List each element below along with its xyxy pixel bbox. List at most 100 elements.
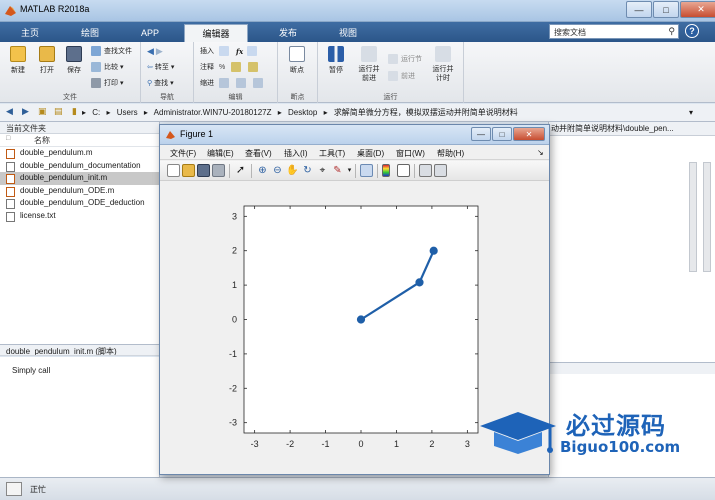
- search-icon[interactable]: ⚲: [668, 26, 675, 37]
- file-row[interactable]: double_pendulum_ODE_deduction: [0, 197, 159, 210]
- up-folder-icon[interactable]: ▣: [38, 106, 47, 117]
- toolbar-separator: [229, 164, 230, 178]
- browse-folder-icon[interactable]: ▤: [54, 106, 63, 117]
- figure-titlebar[interactable]: Figure 1 — □ ✕: [160, 125, 549, 145]
- ribbon-group-breakpoints: 断点 断点: [278, 42, 318, 103]
- comment-label: 注释: [200, 64, 214, 71]
- y-tick-label: -3: [229, 418, 237, 428]
- file-row-selected[interactable]: double_pendulum_init.m: [0, 172, 159, 185]
- new-button[interactable]: 新建: [6, 46, 30, 75]
- increase-indent-icon[interactable]: [236, 78, 246, 88]
- menu-edit[interactable]: 编辑(E): [207, 148, 234, 159]
- pause-icon: [328, 46, 344, 62]
- close-button[interactable]: ✕: [680, 1, 715, 18]
- menu-dock-icon[interactable]: ↘: [537, 148, 544, 157]
- comment-button[interactable]: 注释 %: [200, 62, 261, 72]
- path-separator: ▸: [277, 108, 282, 117]
- tab-plots[interactable]: 绘图: [66, 24, 114, 42]
- menu-window[interactable]: 窗口(W): [396, 148, 425, 159]
- percent-icon[interactable]: %: [219, 64, 225, 71]
- rotate-icon[interactable]: ↻: [301, 164, 314, 177]
- menu-insert[interactable]: 插入(I): [284, 148, 308, 159]
- file-row[interactable]: double_pendulum_ODE.m: [0, 185, 159, 198]
- uncomment-icon[interactable]: [248, 62, 259, 72]
- compare-button[interactable]: 比较 ▾: [91, 62, 124, 72]
- insert-section-icon[interactable]: [247, 46, 258, 56]
- nav-back-forward[interactable]: ◀ ▶: [147, 46, 163, 57]
- decrease-indent-icon[interactable]: [253, 78, 263, 88]
- menu-view[interactable]: 查看(V): [245, 148, 272, 159]
- path-segment[interactable]: 求解简单微分方程，模拟双摆运动并附简单说明材料: [334, 108, 518, 117]
- zoom-in-icon[interactable]: ⊕: [256, 164, 269, 177]
- path-segment[interactable]: Desktop: [288, 108, 317, 117]
- tab-apps[interactable]: APP: [126, 24, 174, 42]
- maximize-button[interactable]: □: [653, 1, 679, 18]
- advance-button[interactable]: 前进: [388, 71, 415, 81]
- path-segment[interactable]: C:: [92, 108, 100, 117]
- editor-scrollbar-outer[interactable]: [703, 162, 711, 272]
- smart-indent-icon[interactable]: [219, 78, 229, 88]
- search-input[interactable]: 搜索文档 ⚲: [549, 24, 679, 39]
- save-icon[interactable]: [197, 164, 210, 177]
- fx-icon[interactable]: fx: [236, 47, 243, 56]
- back-arrow-icon[interactable]: ◀: [6, 106, 13, 117]
- insert-button[interactable]: 插入 fx: [200, 46, 260, 56]
- open-icon[interactable]: [182, 164, 195, 177]
- print-icon[interactable]: [212, 164, 225, 177]
- file-row[interactable]: license.txt: [0, 210, 159, 223]
- breakpoints-button[interactable]: 断点: [285, 46, 309, 75]
- show-plot-tools-icon[interactable]: [434, 164, 447, 177]
- menu-tools[interactable]: 工具(T): [319, 148, 345, 159]
- file-row[interactable]: double_pendulum_documentation: [0, 160, 159, 173]
- x-tick-label: 3: [465, 439, 470, 449]
- editor-tab[interactable]: 动并附简单说明材料\double_pen...: [549, 122, 715, 136]
- tab-view[interactable]: 视图: [324, 24, 372, 42]
- chevron-down-icon[interactable]: ▾: [689, 108, 693, 117]
- data-cursor-icon[interactable]: ⌖: [316, 164, 329, 177]
- column-header-name[interactable]: □ 名称: [0, 134, 159, 147]
- path-segment[interactable]: Users: [117, 108, 138, 117]
- insert-icon: [219, 46, 229, 56]
- legend-icon[interactable]: [397, 164, 410, 177]
- find-button[interactable]: ⚲ 查找 ▾: [147, 78, 174, 88]
- save-button[interactable]: 保存: [62, 46, 86, 75]
- zoom-out-icon[interactable]: ⊖: [271, 164, 284, 177]
- print-icon: [91, 78, 101, 88]
- figure-close-button[interactable]: ✕: [513, 127, 545, 141]
- pointer-icon[interactable]: ➚: [234, 164, 247, 177]
- print-button[interactable]: 打印 ▾: [91, 78, 124, 88]
- run-time-button[interactable]: 运行并 计时: [428, 46, 458, 83]
- pause-button[interactable]: 暂停: [324, 46, 348, 75]
- forward-arrow-icon[interactable]: ▶: [22, 106, 29, 117]
- tab-editor[interactable]: 编辑器: [184, 24, 248, 42]
- run-section-button[interactable]: 运行节: [388, 54, 422, 64]
- open-button[interactable]: 打开: [35, 46, 59, 75]
- folder-path[interactable]: ▸ C: ▸ Users ▸ Administrator.WIN7U-20180…: [82, 106, 682, 120]
- path-segment[interactable]: Administrator.WIN7U-20180127Z: [154, 108, 272, 117]
- wrap-comment-icon[interactable]: [231, 62, 242, 72]
- run-advance-button[interactable]: 运行并 前进: [354, 46, 384, 83]
- menu-help[interactable]: 帮助(H): [437, 148, 464, 159]
- goto-button[interactable]: ⇦ 转至 ▾: [147, 62, 174, 72]
- figure-minimize-button[interactable]: —: [471, 127, 491, 141]
- help-icon[interactable]: ?: [685, 24, 699, 38]
- pan-icon[interactable]: ✋: [286, 164, 299, 177]
- tab-publish[interactable]: 发布: [260, 24, 316, 42]
- link-icon[interactable]: [360, 164, 373, 177]
- colorbar-icon[interactable]: [382, 164, 390, 177]
- menu-file[interactable]: 文件(F): [170, 148, 196, 159]
- tab-home[interactable]: 主页: [6, 24, 54, 42]
- watermark-brand: 必过源码: [566, 412, 666, 440]
- chevron-down-icon: ▾: [120, 80, 124, 87]
- hide-plot-tools-icon[interactable]: [419, 164, 432, 177]
- new-figure-icon[interactable]: [167, 164, 180, 177]
- details-body: Simply call: [0, 357, 160, 477]
- minimize-button[interactable]: —: [626, 1, 652, 18]
- figure-maximize-button[interactable]: □: [492, 127, 512, 141]
- file-row[interactable]: double_pendulum.m: [0, 147, 159, 160]
- editor-scrollbar[interactable]: [689, 162, 697, 272]
- menu-desktop[interactable]: 桌面(D): [357, 148, 384, 159]
- find-files-button[interactable]: 查找文件: [91, 46, 132, 56]
- watermark: 必过源码 Biguo100.com: [478, 406, 708, 466]
- indent-button[interactable]: 缩进: [200, 78, 266, 88]
